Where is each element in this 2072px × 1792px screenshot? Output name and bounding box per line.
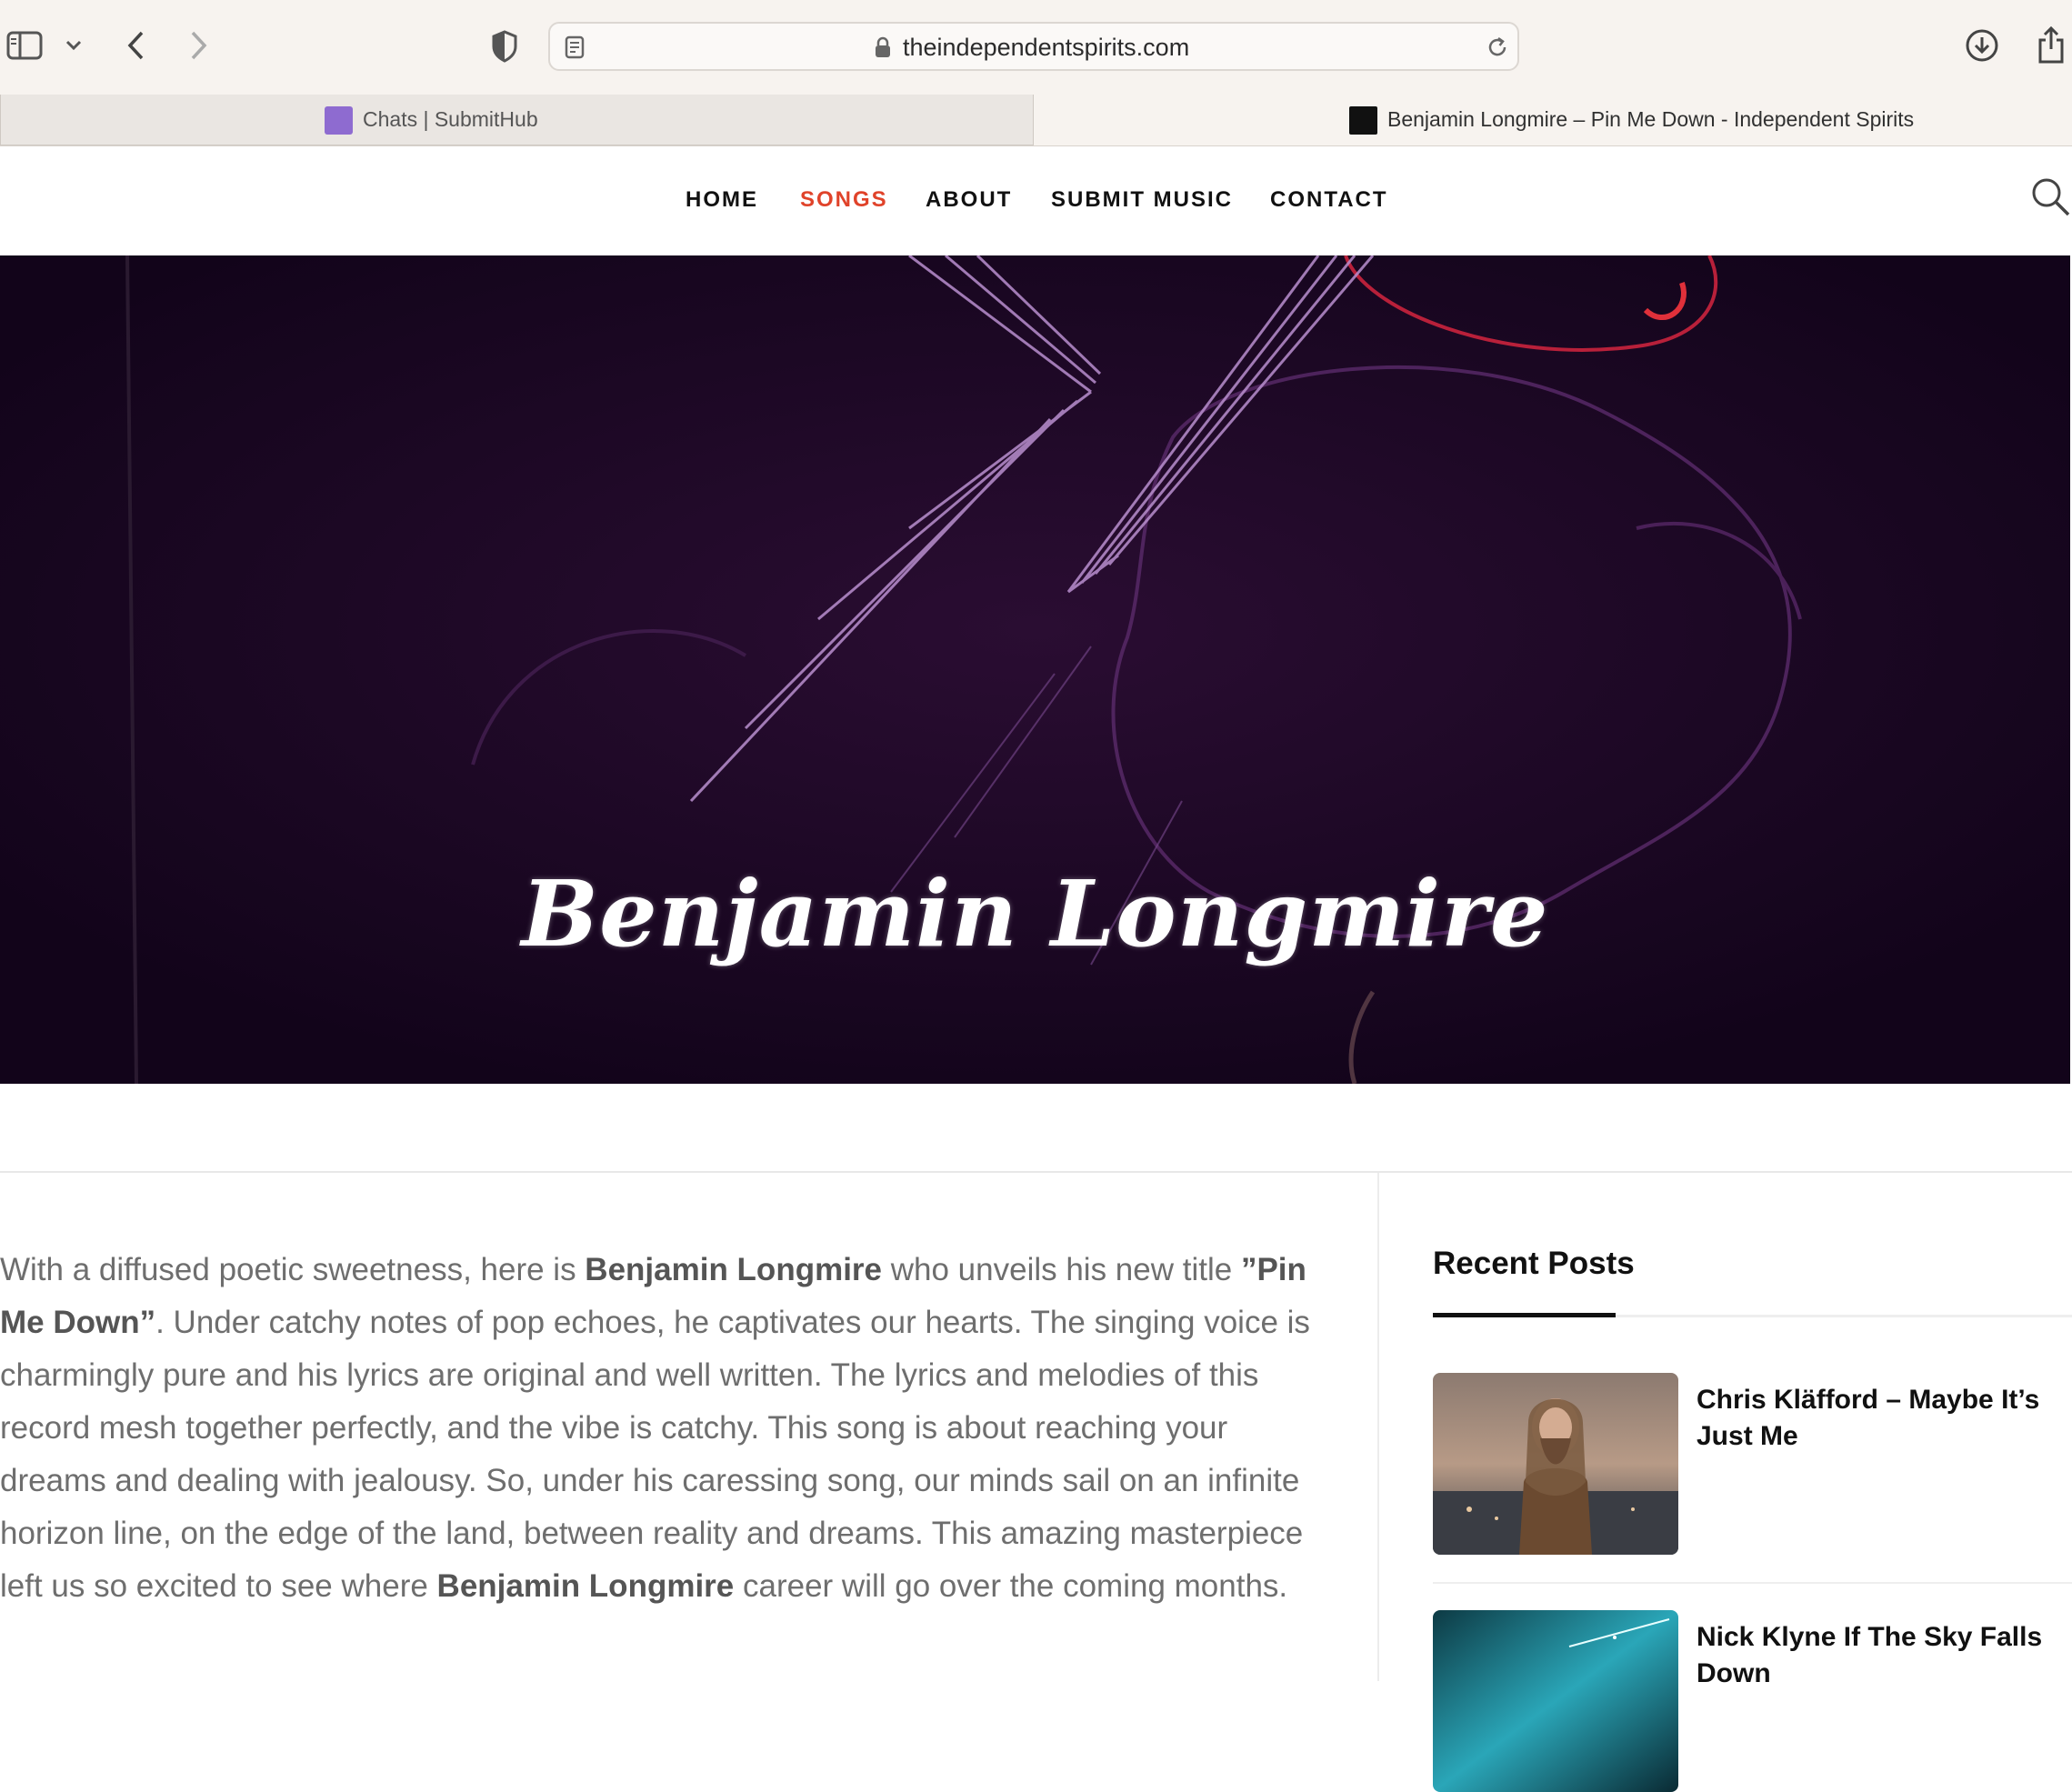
artist-name: Benjamin Longmire xyxy=(436,1568,735,1604)
tab-strip: Chats | SubmitHub Benjamin Longmire – Pi… xyxy=(0,95,2072,146)
url-text[interactable]: theindependentspirits.com xyxy=(903,34,1189,62)
nav-contact[interactable]: CONTACT xyxy=(1270,187,1388,213)
share-icon[interactable] xyxy=(2035,24,2067,65)
nav-songs[interactable]: SONGS xyxy=(800,187,888,213)
hero-image: Benjamin Longmire xyxy=(0,255,2070,1084)
post-title[interactable]: Nick Klyne If The Sky Falls Down xyxy=(1697,1619,2060,1692)
recent-post[interactable]: Chris Kläfford – Maybe It’s Just Me xyxy=(1433,1373,2072,1555)
tab-independent-spirits[interactable]: Benjamin Longmire – Pin Me Down - Indepe… xyxy=(1034,95,2072,145)
artist-name: Benjamin Longmire xyxy=(585,1252,883,1287)
chevron-down-icon[interactable] xyxy=(64,36,84,55)
reload-icon[interactable] xyxy=(1485,35,1510,60)
nav-submit-music[interactable]: SUBMIT MUSIC xyxy=(1051,187,1233,213)
article-text: With a diffused poetic sweetness, here i… xyxy=(0,1252,586,1287)
back-icon[interactable] xyxy=(122,29,149,62)
lock-icon xyxy=(874,35,892,59)
article-body: With a diffused poetic sweetness, here i… xyxy=(0,1244,1336,1613)
browser-toolbar: theindependentspirits.com xyxy=(0,0,2072,95)
post-separator xyxy=(1433,1582,2072,1584)
reader-icon[interactable] xyxy=(563,35,586,60)
sidebar-divider xyxy=(1377,1173,1379,1681)
nav-about[interactable]: ABOUT xyxy=(926,187,1012,213)
post-thumbnail[interactable] xyxy=(1433,1610,1678,1792)
article-text: who unveils his new title xyxy=(882,1252,1241,1287)
sidebar-icon[interactable] xyxy=(5,29,44,62)
favicon-independent-spirits xyxy=(1349,106,1377,135)
favicon-submithub xyxy=(325,106,353,135)
article-text: career will go over the coming months. xyxy=(734,1568,1288,1604)
post-thumbnail[interactable] xyxy=(1433,1373,1678,1555)
recent-posts-heading: Recent Posts xyxy=(1433,1246,1635,1281)
forward-icon[interactable] xyxy=(185,29,213,62)
search-icon[interactable] xyxy=(2029,175,2071,217)
post-title[interactable]: Chris Kläfford – Maybe It’s Just Me xyxy=(1697,1382,2060,1455)
privacy-shield-icon[interactable] xyxy=(489,29,520,64)
tab-submithub[interactable]: Chats | SubmitHub xyxy=(0,95,1034,145)
heading-accent xyxy=(1433,1313,1616,1317)
content-divider xyxy=(0,1171,2072,1173)
nav-home[interactable]: HOME xyxy=(686,187,758,213)
tab-title: Benjamin Longmire – Pin Me Down - Indepe… xyxy=(1387,107,1915,131)
address-bar[interactable]: theindependentspirits.com xyxy=(548,22,1519,71)
tab-title: Chats | SubmitHub xyxy=(363,107,538,131)
site-navigation: HOME SONGS ABOUT SUBMIT MUSIC CONTACT xyxy=(0,146,2072,255)
download-icon[interactable] xyxy=(1964,27,2000,64)
article-text: . Under catchy notes of pop echoes, he c… xyxy=(0,1305,1310,1604)
hero-title: Benjamin Longmire xyxy=(521,860,1549,967)
recent-post[interactable]: Nick Klyne If The Sky Falls Down xyxy=(1433,1610,2072,1792)
